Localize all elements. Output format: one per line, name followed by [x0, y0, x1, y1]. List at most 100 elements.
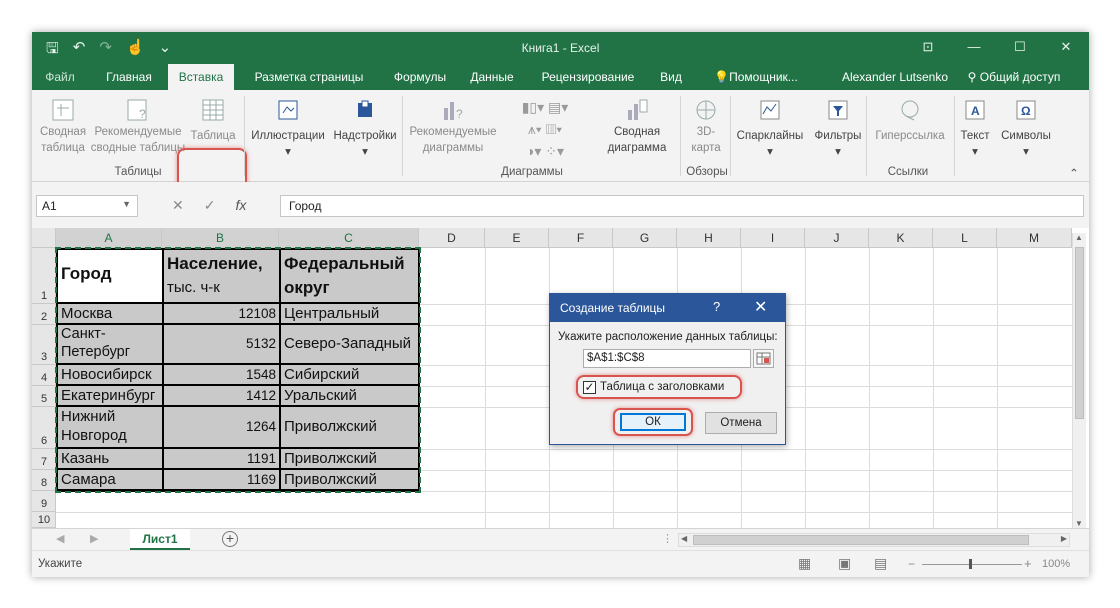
row-header[interactable]: 9 — [32, 491, 56, 512]
column-header-b[interactable]: B — [162, 228, 279, 248]
row-header[interactable]: 10 — [32, 512, 56, 528]
tab-view[interactable]: Вид — [652, 64, 690, 90]
vertical-scrollbar[interactable]: ▲ ▼ — [1072, 233, 1086, 528]
tab-formulas[interactable]: Формулы — [382, 64, 458, 90]
table-header-cell[interactable]: Федеральный округ — [281, 250, 418, 302]
column-header-e[interactable]: E — [485, 228, 549, 248]
select-all-corner[interactable] — [32, 228, 56, 248]
page-layout-view-icon[interactable]: ▣ — [838, 555, 851, 572]
tab-home[interactable]: Главная — [94, 64, 164, 90]
scroll-thumb[interactable] — [693, 535, 1029, 545]
pivot-table-button[interactable]: Сводная таблица — [34, 98, 92, 156]
table-header-cell[interactable]: Город — [58, 250, 162, 302]
sparklines-button[interactable]: Спарклайны ▾ — [732, 98, 808, 160]
column-header-g[interactable]: G — [613, 228, 677, 248]
table-cell-district[interactable]: Северо-Западный — [281, 325, 418, 363]
table-header-cell[interactable]: Население, тыс. ч-к — [164, 250, 279, 302]
insert-function-icon[interactable]: fx — [235, 197, 246, 214]
text-button[interactable]: A Текст ▾ — [956, 98, 994, 160]
table-cell-district[interactable]: Приволжский — [281, 449, 418, 468]
add-sheet-icon[interactable]: + — [222, 531, 238, 547]
cancel-button[interactable]: Отмена — [705, 412, 777, 434]
zoom-slider[interactable] — [922, 559, 1022, 569]
column-chart-icon[interactable]: ▮▯▾ — [522, 99, 544, 115]
table-cell-population[interactable]: 1191 — [164, 449, 279, 468]
sheet-tab[interactable]: Лист1 — [130, 529, 190, 551]
table-cell-district[interactable]: Уральский — [281, 386, 418, 405]
stat-chart-icon[interactable]: ▥▾ — [546, 121, 563, 137]
scroll-up-icon[interactable]: ▲ — [1075, 233, 1083, 242]
row-header[interactable]: 3 — [32, 325, 56, 365]
scatter-chart-icon[interactable]: ⁘▾ — [545, 143, 564, 159]
row-header[interactable]: 4 — [32, 365, 56, 386]
zoom-out-icon[interactable]: − — [908, 557, 915, 571]
prev-sheet-icon[interactable]: ◀ — [56, 532, 64, 545]
name-box[interactable]: A1 ▼ — [36, 195, 138, 217]
column-header-a[interactable]: A — [56, 228, 162, 248]
table-cell-population[interactable]: 12108 — [164, 304, 279, 323]
table-cell-population[interactable]: 1548 — [164, 365, 279, 384]
table-cell-district[interactable]: Центральный — [281, 304, 418, 323]
table-button[interactable]: Таблица — [182, 98, 244, 144]
chevron-down-icon[interactable]: ▼ — [122, 199, 131, 209]
row-header[interactable]: 2 — [32, 304, 56, 325]
splitter-icon[interactable]: ⋮ — [662, 532, 673, 545]
tab-page-layout[interactable]: Разметка страницы — [240, 64, 378, 90]
page-break-view-icon[interactable]: ▤ — [874, 555, 887, 572]
close-icon[interactable]: ✕ — [1043, 32, 1089, 64]
tab-data[interactable]: Данные — [460, 64, 524, 90]
close-icon[interactable]: ✕ — [754, 297, 767, 317]
table-cell-city[interactable]: Москва — [58, 304, 162, 323]
formula-input[interactable]: Город — [280, 195, 1084, 217]
scroll-thumb[interactable] — [1075, 247, 1084, 419]
addins-button[interactable]: Надстройки ▾ — [330, 98, 400, 160]
column-header-c[interactable]: C — [279, 228, 419, 248]
table-cell-city[interactable]: Нижний Новгород — [58, 407, 162, 447]
has-headers-checkbox[interactable]: ✓ — [583, 381, 596, 394]
table-cell-city[interactable]: Санкт- Петербург — [58, 325, 162, 363]
table-cell-district[interactable]: Приволжский — [281, 470, 418, 489]
column-header-f[interactable]: F — [549, 228, 613, 248]
normal-view-icon[interactable]: ▦ — [798, 555, 811, 572]
pivot-chart-button[interactable]: Сводная диаграмма — [594, 98, 680, 156]
horizontal-scrollbar[interactable]: ◀ ▶ — [678, 533, 1070, 547]
table-cell-district[interactable]: Приволжский — [281, 407, 418, 447]
column-header-l[interactable]: L — [933, 228, 997, 248]
zoom-slider-handle[interactable] — [969, 559, 972, 569]
hyperlink-button[interactable]: Гиперссылка — [868, 98, 952, 144]
range-picker-icon[interactable] — [753, 349, 774, 368]
column-header-h[interactable]: H — [677, 228, 741, 248]
waterfall-chart-icon[interactable]: ⩚▾ — [528, 121, 542, 137]
scroll-right-icon[interactable]: ▶ — [1061, 534, 1067, 543]
table-cell-city[interactable]: Казань — [58, 449, 162, 468]
tab-file[interactable]: Файл — [32, 64, 88, 90]
tab-tell-me[interactable]: 💡Помощник... — [704, 64, 808, 90]
row-header[interactable]: 1 — [32, 248, 56, 304]
zoom-level[interactable]: 100% — [1042, 558, 1070, 570]
range-input[interactable]: $A$1:$C$8 — [583, 349, 751, 368]
column-header-m[interactable]: M — [997, 228, 1072, 248]
confirm-entry-icon[interactable]: ✓ — [204, 197, 216, 214]
zoom-in-icon[interactable]: + — [1024, 556, 1032, 571]
table-cell-city[interactable]: Самара — [58, 470, 162, 489]
next-sheet-icon[interactable]: ▶ — [90, 532, 98, 545]
chart-type-gallery[interactable]: ▮▯▾ ▤▾ ⩚▾ ▥▾ ◑▾ ⁘▾ — [502, 96, 588, 162]
help-icon[interactable]: ? — [713, 299, 720, 314]
ok-button[interactable]: ОК — [620, 413, 686, 431]
table-cell-population[interactable]: 1264 — [164, 407, 279, 447]
scroll-down-icon[interactable]: ▼ — [1075, 519, 1083, 528]
recommended-pivot-button[interactable]: ? Рекомендуемые сводные таблицы — [88, 98, 188, 156]
row-header[interactable]: 7 — [32, 449, 56, 470]
table-cell-city[interactable]: Новосибирск — [58, 365, 162, 384]
scroll-left-icon[interactable]: ◀ — [681, 534, 687, 543]
column-header-d[interactable]: D — [419, 228, 485, 248]
table-cell-population[interactable]: 1412 — [164, 386, 279, 405]
table-cell-city[interactable]: Екатеринбург — [58, 386, 162, 405]
ribbon-display-icon[interactable]: ⊡ — [905, 32, 951, 64]
illustrations-button[interactable]: Иллюстрации ▾ — [250, 98, 326, 160]
map-3d-button[interactable]: 3D-карта — [684, 98, 728, 156]
tab-insert[interactable]: Вставка — [168, 64, 234, 90]
column-header-j[interactable]: J — [805, 228, 869, 248]
table-cell-district[interactable]: Сибирский — [281, 365, 418, 384]
minimize-icon[interactable]: — — [951, 32, 997, 64]
